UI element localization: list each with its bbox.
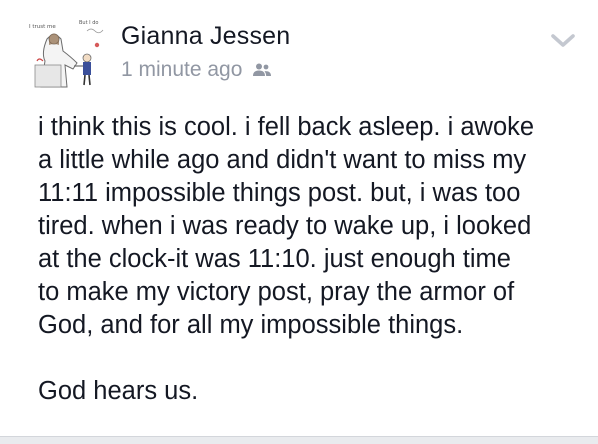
- post-text-line: tired. when i was ready to wake up, i lo…: [38, 212, 532, 240]
- avatar-illustration: I trust me But I do: [27, 17, 107, 97]
- avatar-caption-left: I trust me: [29, 24, 56, 30]
- friends-icon[interactable]: [252, 62, 272, 78]
- chevron-down-icon[interactable]: [548, 30, 578, 52]
- post-text-line: to make my victory post, pray the armor …: [38, 278, 515, 306]
- post-message: i think this is cool. i fell back asleep…: [38, 111, 583, 408]
- avatar-caption-right: But I do: [79, 20, 98, 26]
- post-timestamp[interactable]: 1 minute ago: [121, 58, 242, 82]
- post-text-line: God, and for all my impossible things.: [38, 311, 464, 339]
- feed-background: [0, 437, 598, 444]
- post-text-line: i think this is cool. i fell back asleep…: [38, 113, 535, 141]
- post-text-line: at the clock-it was 11:10. just enough t…: [38, 245, 511, 273]
- post-meta: 1 minute ago: [121, 58, 272, 82]
- avatar[interactable]: I trust me But I do: [27, 17, 107, 97]
- post-closing-line: God hears us.: [38, 377, 199, 405]
- post-card: I trust me But I do Gianna Jessen 1 minu…: [0, 0, 598, 437]
- author-name[interactable]: Gianna Jessen: [121, 22, 290, 51]
- post-text-line: a little while ago and didn't want to mi…: [38, 146, 527, 174]
- post-text-line: 11:11 impossible things post. but, i was…: [38, 179, 521, 207]
